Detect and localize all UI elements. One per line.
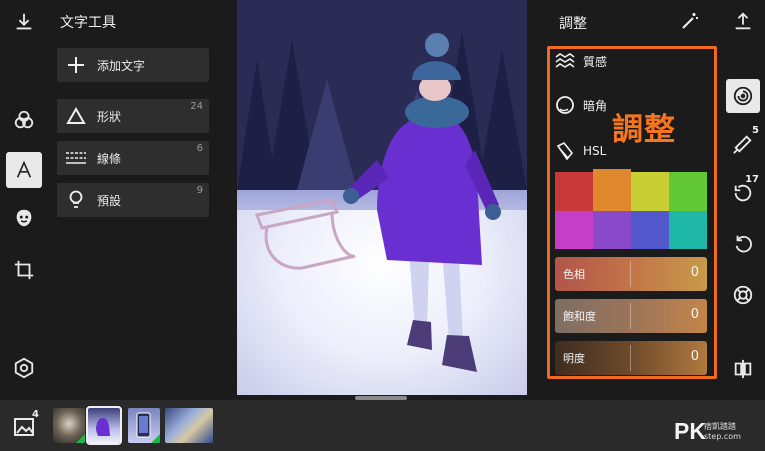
rotate-icon <box>735 235 752 253</box>
texture-icon <box>553 49 577 73</box>
sticker-icon <box>16 209 32 227</box>
text-tool-icon <box>16 160 32 178</box>
adjust-title: 調整 <box>559 16 587 32</box>
history-button[interactable]: 17 <box>726 174 760 210</box>
hue-value: 0 <box>690 265 699 280</box>
layer-check-icon <box>76 434 85 443</box>
magic-wand-icon <box>682 13 698 29</box>
download-icon <box>16 13 32 30</box>
hsl-icon <box>553 139 577 163</box>
triangle-icon <box>61 99 91 133</box>
shape-count: 24 <box>190 101 203 112</box>
right-toolbar: 5 17 <box>722 0 765 395</box>
bandage-icon <box>733 135 752 154</box>
girl-with-sled <box>254 33 501 372</box>
watermark-url: step.com <box>704 432 741 441</box>
settings-icon <box>14 357 34 379</box>
layers-count-badge: 4 <box>32 409 39 420</box>
preset-label: 預設 <box>97 193 122 208</box>
lightness-value: 0 <box>690 349 699 364</box>
help-button[interactable] <box>726 278 760 312</box>
saturation-slider[interactable]: 飽和度 0 <box>555 299 707 333</box>
hue-label: 色相 <box>563 268 585 281</box>
saturation-value: 0 <box>690 307 699 322</box>
filters-icon <box>14 110 34 129</box>
history-count-badge: 17 <box>745 174 759 185</box>
lifebuoy-icon <box>733 285 753 305</box>
add-text-label: 添加文字 <box>97 58 146 73</box>
saturation-label: 飽和度 <box>563 310 596 323</box>
lightness-slider[interactable]: 明度 0 <box>555 341 707 375</box>
export-button[interactable] <box>726 4 760 38</box>
layer-thumbnail-3[interactable] <box>128 408 160 443</box>
vignette-button[interactable]: 暗角 <box>553 90 607 120</box>
heal-count-badge: 5 <box>752 125 759 136</box>
crop-icon <box>14 260 34 280</box>
lightness-center-mark <box>630 345 631 371</box>
hsl-swatch[interactable] <box>593 210 631 249</box>
texture-button[interactable]: 質感 <box>553 46 607 76</box>
bottom-layer-strip: 4 <box>0 400 765 451</box>
compare-button[interactable] <box>726 352 760 386</box>
filters-button[interactable] <box>6 102 42 138</box>
photo-canvas[interactable] <box>237 0 527 395</box>
hsl-label: HSL <box>583 144 607 158</box>
lines-label: 線條 <box>97 151 122 166</box>
upload-icon <box>735 12 751 30</box>
add-text-button[interactable]: 添加文字 <box>57 48 209 82</box>
bulb-icon <box>61 183 91 217</box>
watermark-name: 痞凱踏踏 <box>704 422 736 431</box>
plus-icon <box>61 48 91 82</box>
history-icon <box>734 184 752 202</box>
heal-button[interactable]: 5 <box>726 125 760 161</box>
adjust-tool-button[interactable] <box>726 79 760 113</box>
hsl-swatch[interactable] <box>631 172 669 211</box>
rotate-button[interactable] <box>726 227 760 261</box>
hue-slider[interactable]: 色相 0 <box>555 257 707 291</box>
vignette-label: 暗角 <box>583 98 608 113</box>
watermark-pk: PK <box>674 418 706 444</box>
adjust-overlay-label: 調整 <box>612 112 676 148</box>
hsl-swatch[interactable] <box>669 210 707 249</box>
layer-thumbnail-4[interactable] <box>165 408 213 443</box>
lines-icon <box>61 141 91 175</box>
crop-button[interactable] <box>6 252 42 288</box>
text-tool-button[interactable] <box>6 152 42 188</box>
vignette-icon <box>553 93 577 117</box>
text-tool-panel: 文字工具 添加文字 形狀 24 線條 6 預設 9 <box>48 0 236 395</box>
preset-button[interactable]: 預設 9 <box>57 183 209 217</box>
hsl-swatch[interactable] <box>555 210 593 249</box>
sticker-button[interactable] <box>6 200 42 236</box>
auto-enhance-button[interactable] <box>677 8 703 34</box>
download-button[interactable] <box>6 4 42 40</box>
layer-thumbnail-2[interactable] <box>86 406 122 445</box>
left-toolbar <box>0 0 48 395</box>
hue-center-mark <box>630 261 631 287</box>
hsl-swatch[interactable] <box>555 172 593 211</box>
lines-count: 6 <box>196 143 203 154</box>
hsl-swatch[interactable] <box>631 210 669 249</box>
settings-button[interactable] <box>6 350 42 386</box>
compare-icon <box>734 359 752 379</box>
layer-check-icon <box>151 434 160 443</box>
hsl-swatch[interactable] <box>669 172 707 211</box>
lightness-label: 明度 <box>563 352 585 365</box>
lines-button[interactable]: 線條 6 <box>57 141 209 175</box>
preset-count: 9 <box>196 185 203 196</box>
hsl-swatch[interactable] <box>593 169 631 211</box>
hsl-color-swatches <box>555 169 707 249</box>
shape-label: 形狀 <box>97 109 122 124</box>
shape-button[interactable]: 形狀 24 <box>57 99 209 133</box>
panel-title: 文字工具 <box>60 15 116 31</box>
texture-label: 質感 <box>583 54 608 69</box>
saturation-center-mark <box>630 303 631 329</box>
hsl-button[interactable]: HSL <box>553 136 606 166</box>
layer-thumbnail-1[interactable] <box>53 408 85 443</box>
watermark-logo: PK 痞凱踏踏 step.com <box>674 418 741 445</box>
adjust-icon <box>733 86 753 106</box>
adjust-panel: 調整 質感 暗角 調整 HSL 色相 0 飽和度 0 明度 0 <box>527 0 722 395</box>
